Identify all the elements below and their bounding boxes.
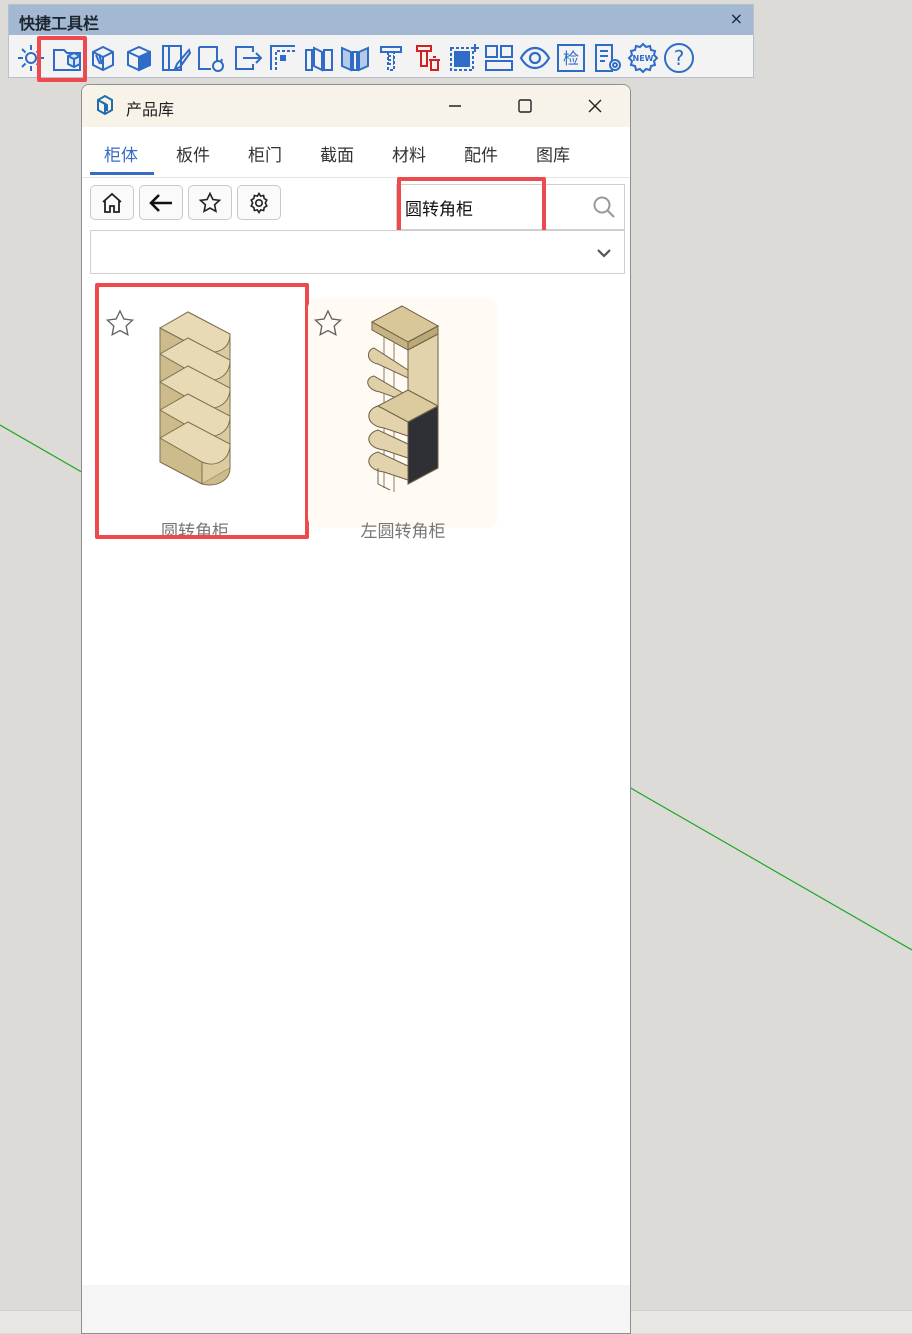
inspect-icon-label: 检 bbox=[562, 49, 578, 68]
help-icon[interactable]: ? bbox=[661, 40, 696, 76]
maximize-icon bbox=[518, 99, 532, 113]
board-export-icon[interactable] bbox=[229, 40, 264, 76]
new-badge-label: NEW bbox=[632, 54, 653, 63]
board-split-icon[interactable] bbox=[301, 40, 336, 76]
category-tabs: 柜体 板件 柜门 截面 材料 配件 图库 bbox=[82, 127, 630, 178]
product-card-left-round-corner-cabinet[interactable]: 左圆转角柜 bbox=[308, 298, 498, 542]
new-badge-icon[interactable]: NEW bbox=[625, 40, 660, 76]
tab-material[interactable]: 材料 bbox=[392, 141, 426, 166]
double-door-icon[interactable] bbox=[337, 40, 372, 76]
grid-layout-icon[interactable] bbox=[481, 40, 516, 76]
close-button[interactable] bbox=[560, 85, 630, 127]
quick-toolbar: 快捷工具栏 × 检 NEW ? bbox=[8, 4, 754, 78]
star-icon bbox=[198, 191, 222, 213]
product-label: 左圆转角柜 bbox=[360, 522, 446, 542]
gear-icon bbox=[250, 191, 268, 214]
tab-door[interactable]: 柜门 bbox=[248, 141, 282, 166]
home-button[interactable] bbox=[90, 185, 134, 220]
chevron-down-icon bbox=[597, 249, 611, 258]
annotation-highlight-product bbox=[95, 283, 309, 539]
tab-cabinet[interactable]: 柜体 bbox=[104, 141, 138, 166]
sketchup-app-icon bbox=[97, 94, 113, 116]
tab-gallery[interactable]: 图库 bbox=[536, 141, 570, 166]
board-edit-icon[interactable] bbox=[157, 40, 192, 76]
eye-icon[interactable] bbox=[517, 40, 552, 76]
panel-hatch-icon[interactable] bbox=[85, 40, 120, 76]
tab-section[interactable]: 截面 bbox=[320, 141, 354, 166]
product-library-window: 产品库 柜体 板件 柜门 截面 材料 配件 图库 圆转角柜 圆转角柜 左圆转角柜 bbox=[81, 84, 631, 1334]
quick-toolbar-titlebar[interactable]: 快捷工具栏 × bbox=[9, 5, 753, 35]
favorites-button[interactable] bbox=[188, 185, 232, 220]
search-icon[interactable] bbox=[592, 195, 616, 219]
select-frame-icon[interactable] bbox=[445, 40, 480, 76]
inspect-icon[interactable]: 检 bbox=[553, 40, 588, 76]
minimize-button[interactable] bbox=[420, 85, 490, 127]
back-arrow-icon bbox=[149, 193, 172, 212]
delete-hardware-icon[interactable] bbox=[409, 40, 444, 76]
tab-board[interactable]: 板件 bbox=[176, 141, 210, 166]
quick-toolbar-icons: 检 NEW ? bbox=[13, 39, 696, 77]
quick-toolbar-close-button[interactable]: × bbox=[730, 9, 743, 28]
quick-toolbar-title: 快捷工具栏 bbox=[19, 14, 100, 33]
window-titlebar[interactable]: 产品库 bbox=[82, 85, 630, 127]
home-icon bbox=[102, 192, 122, 213]
cabinet-box-icon[interactable] bbox=[121, 40, 156, 76]
annotation-highlight-library-button bbox=[37, 36, 87, 82]
help-icon-label: ? bbox=[673, 46, 684, 70]
corner-board-icon[interactable] bbox=[265, 40, 300, 76]
active-tab-indicator bbox=[90, 172, 154, 175]
settings-button[interactable] bbox=[237, 185, 281, 220]
screw-icon[interactable] bbox=[373, 40, 408, 76]
left-round-corner-cabinet-image bbox=[367, 305, 440, 492]
close-icon bbox=[588, 99, 602, 113]
board-rotate-icon[interactable] bbox=[193, 40, 228, 76]
back-button[interactable] bbox=[139, 185, 183, 220]
filter-dropdown[interactable] bbox=[90, 230, 625, 274]
maximize-button[interactable] bbox=[490, 85, 560, 127]
minimize-icon bbox=[449, 105, 461, 107]
tab-accessory[interactable]: 配件 bbox=[464, 141, 498, 166]
window-footer bbox=[82, 1285, 630, 1333]
document-settings-icon[interactable] bbox=[589, 40, 624, 76]
window-title: 产品库 bbox=[126, 100, 175, 119]
